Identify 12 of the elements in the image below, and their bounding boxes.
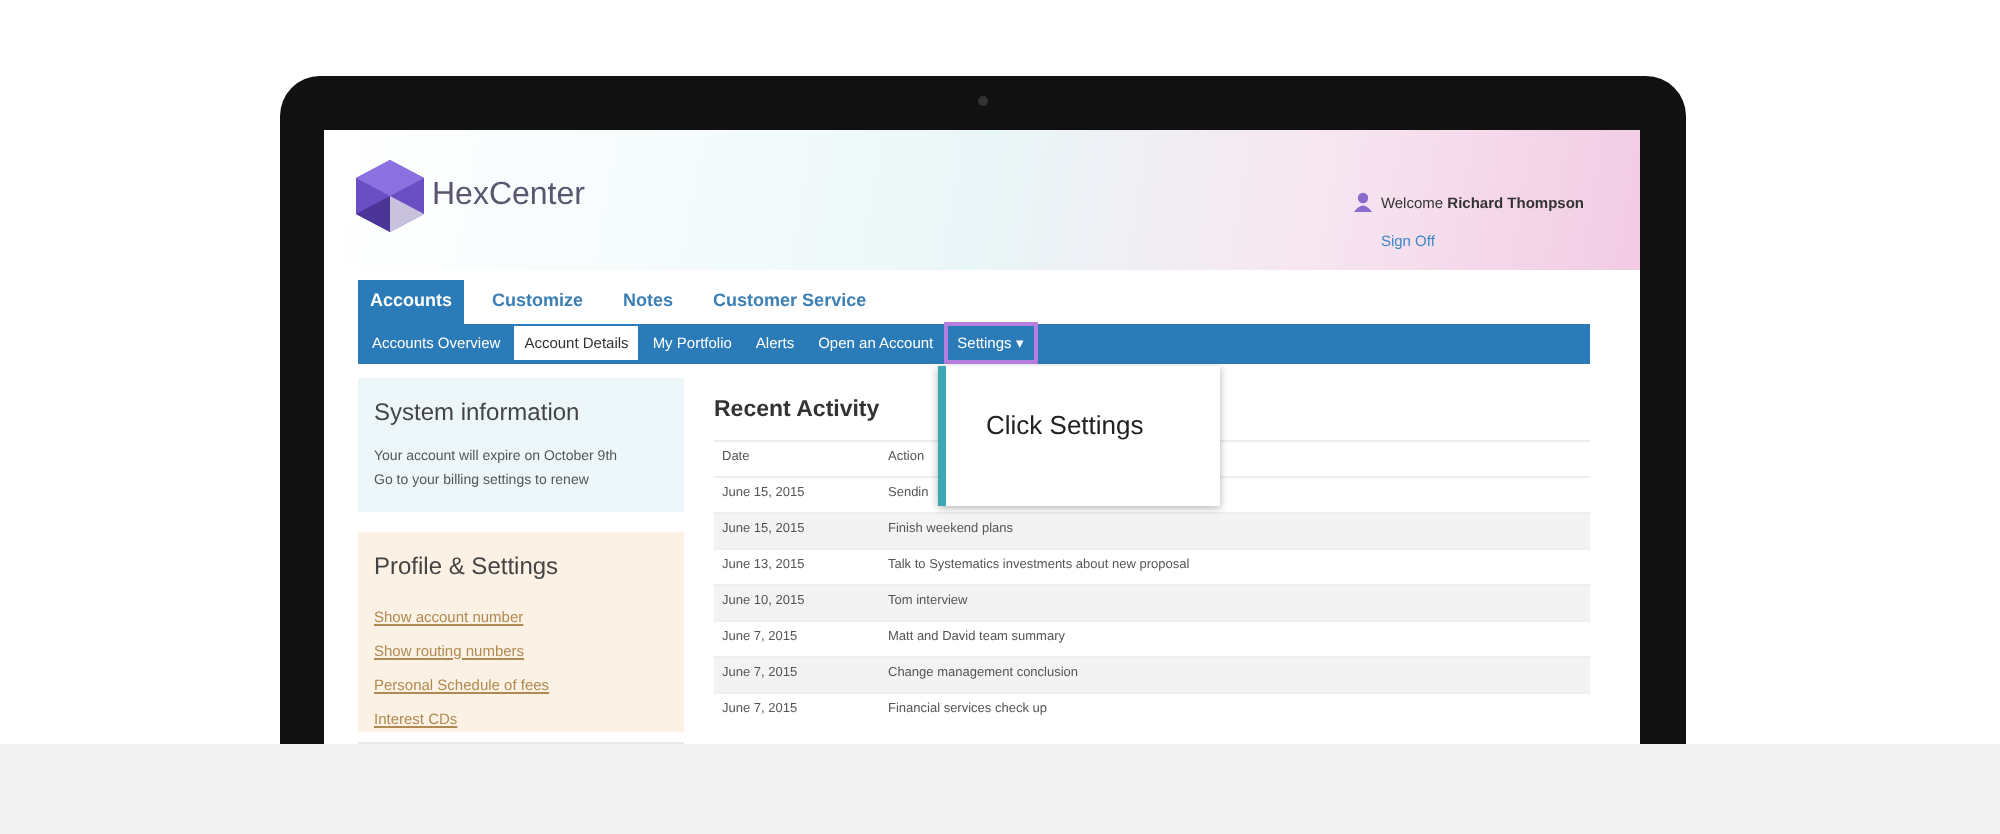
- section-title: Recent Activity: [714, 395, 880, 425]
- panel-title: Profile & Settings: [374, 549, 561, 583]
- camera-icon: [978, 96, 988, 106]
- nav-tab[interactable]: Customer Service: [701, 280, 879, 323]
- hexagon-logo-icon: [356, 160, 424, 232]
- panel-title: System information: [374, 395, 582, 429]
- nav-tab[interactable]: Notes: [611, 280, 686, 323]
- user-icon: [1354, 192, 1373, 212]
- nav-tab[interactable]: Accounts: [358, 280, 465, 323]
- tooltip-text: Click Settings: [986, 410, 1144, 440]
- nav-tab[interactable]: Customize: [480, 280, 596, 323]
- brand-name: HexCenter: [432, 176, 585, 216]
